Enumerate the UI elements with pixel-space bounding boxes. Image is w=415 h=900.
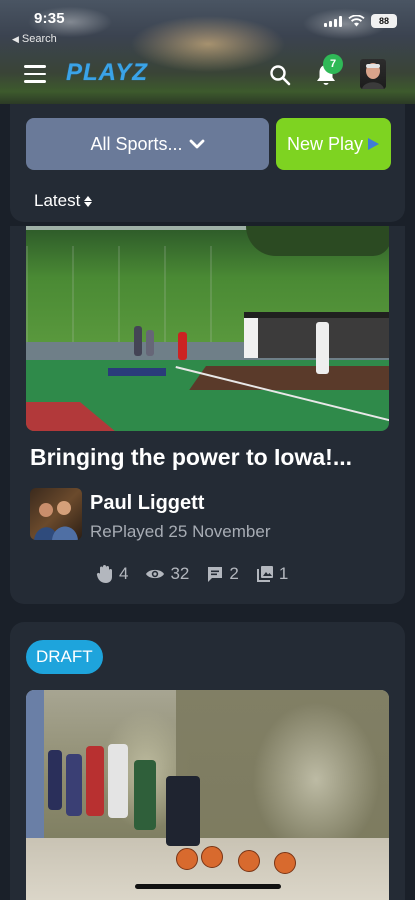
scene-basketball (176, 848, 198, 870)
scene-dugout-wall (244, 318, 258, 358)
home-indicator[interactable] (135, 884, 281, 889)
clap-hand-icon (96, 565, 112, 583)
draft-play-card[interactable]: DRAFT (10, 622, 405, 900)
search-icon[interactable] (268, 63, 292, 87)
scene-person (48, 750, 62, 810)
play-card[interactable]: Bringing the power to Iowa!... Paul Ligg… (10, 226, 405, 604)
playz-logo[interactable]: PLAYZ (66, 59, 148, 87)
play-thumbnail[interactable] (26, 226, 389, 431)
scene-player (178, 332, 187, 360)
back-chevron-icon: ◀ (12, 34, 19, 44)
views-stat: 32 (145, 564, 189, 584)
scene-person (134, 760, 156, 830)
comment-icon (208, 567, 223, 582)
sort-label: Latest (34, 191, 81, 210)
wifi-icon (348, 15, 365, 27)
scene-plate-logo (108, 368, 166, 376)
author-photo (34, 501, 78, 540)
scene-trees (246, 226, 389, 256)
menu-icon[interactable] (24, 65, 46, 83)
cellular-signal-icon (324, 15, 342, 27)
scene-person (108, 744, 128, 818)
scene-door (26, 690, 44, 840)
scene-basketball (201, 846, 223, 868)
clap-count: 4 (119, 564, 129, 583)
status-indicators: 88 (324, 14, 397, 28)
app-screen: 9:35 ◀ Search 88 PLAYZ 7 All Sports... N… (0, 0, 415, 900)
back-label: Search (21, 33, 57, 45)
scene-player (146, 330, 154, 356)
sport-filter-dropdown[interactable]: All Sports... (26, 118, 269, 170)
status-time: 9:35 (34, 10, 65, 27)
scene-player (316, 322, 329, 374)
sort-arrows-icon (84, 195, 93, 207)
scene-player (134, 326, 142, 356)
clap-stat[interactable]: 4 (96, 564, 128, 584)
scene-person (166, 776, 200, 846)
replay-date: RePlayed 25 November (90, 522, 271, 541)
author-avatar[interactable] (30, 488, 82, 540)
comments-stat[interactable]: 2 (206, 564, 239, 584)
top-nav: PLAYZ 7 (0, 54, 415, 95)
scene-person (86, 746, 104, 816)
play-stats: 4 32 2 1 (96, 564, 288, 584)
media-count: 1 (278, 564, 289, 583)
scene-person (66, 754, 82, 816)
views-count: 32 (170, 564, 190, 583)
new-play-label: New Play (286, 133, 364, 154)
photo-library-icon (256, 566, 273, 582)
notification-count-badge: 7 (323, 54, 343, 74)
play-arrow-icon (368, 138, 380, 150)
back-to-search[interactable]: ◀ Search (12, 33, 57, 45)
draft-badge: DRAFT (26, 640, 103, 674)
new-play-button[interactable]: New Play (276, 118, 391, 170)
chevron-down-icon (189, 139, 204, 149)
scene-basketball (238, 850, 260, 872)
media-stat[interactable]: 1 (256, 564, 288, 584)
eye-icon (146, 569, 165, 579)
play-title[interactable]: Bringing the power to Iowa!... (30, 444, 352, 471)
scene-dugout-roof (244, 312, 389, 318)
profile-avatar[interactable] (360, 59, 386, 89)
scene-basketball (274, 852, 296, 874)
battery-icon: 88 (371, 14, 397, 28)
app-header: 9:35 ◀ Search 88 PLAYZ 7 (0, 0, 415, 104)
comments-count: 2 (229, 564, 239, 583)
filter-panel: All Sports... New Play Latest (10, 104, 405, 222)
author-name[interactable]: Paul Liggett (90, 492, 204, 515)
sport-filter-value: All Sports... (90, 133, 183, 154)
sort-dropdown[interactable]: Latest (34, 191, 93, 211)
profile-avatar-face (362, 63, 384, 89)
play-thumbnail[interactable] (26, 690, 389, 900)
logo-text: PLAYZ (66, 59, 148, 86)
